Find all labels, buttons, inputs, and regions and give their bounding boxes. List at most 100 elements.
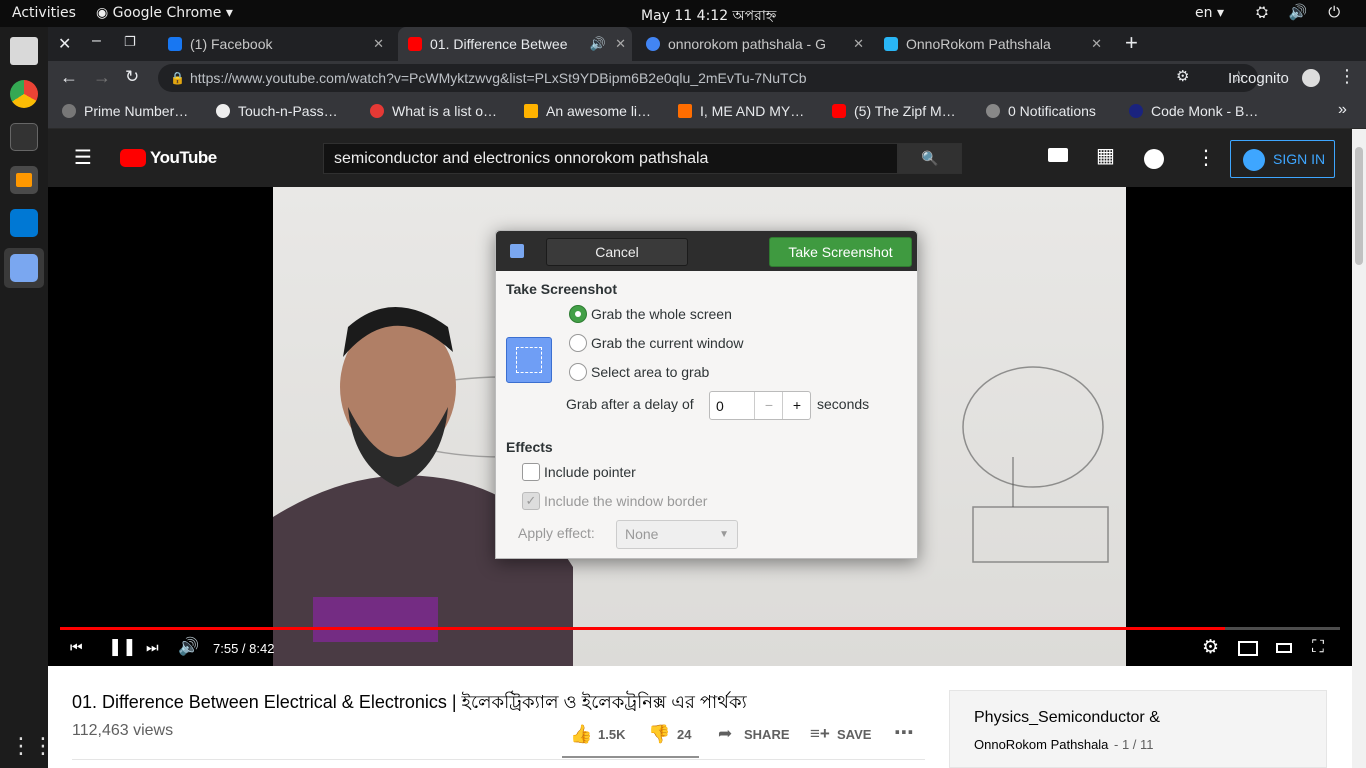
playlist-title[interactable]: Physics_Semiconductor & [974, 709, 1160, 727]
screenshot-app-icon [510, 244, 524, 258]
save-button[interactable]: SAVE [837, 727, 871, 742]
checkbox-include-pointer[interactable] [522, 463, 540, 481]
like-count[interactable]: 1.5K [598, 727, 625, 742]
messages-icon[interactable] [1144, 149, 1164, 169]
more-actions-icon[interactable]: ⋯ [894, 720, 914, 745]
app-menu[interactable]: ◉ Google Chrome ▾ [96, 5, 233, 21]
cancel-button[interactable]: Cancel [546, 238, 688, 266]
radio-whole-screen[interactable] [569, 305, 587, 323]
bookmark-item[interactable]: I, ME AND MY… [678, 103, 804, 119]
activities-button[interactable]: Activities [12, 5, 76, 21]
label-include-pointer[interactable]: Include pointer [544, 464, 636, 480]
settings-kebab-icon[interactable]: ⋮ [1196, 145, 1216, 170]
tab-facebook[interactable]: (1) Facebook ✕ [160, 27, 390, 61]
system-menu[interactable]: ⛭ 🔊 ⏻ [1256, 3, 1348, 21]
bookmark-label: 0 Notifications [1008, 103, 1096, 119]
tab-onnorokom[interactable]: OnnoRokom Pathshala ✕ [878, 27, 1108, 61]
increment-icon[interactable]: + [782, 392, 811, 419]
label-select-area[interactable]: Select area to grab [591, 364, 709, 380]
minimize-icon[interactable]: – [92, 32, 101, 50]
label-whole-screen[interactable]: Grab the whole screen [591, 306, 732, 322]
search-input[interactable]: semiconductor and electronics onnorokom … [323, 143, 898, 174]
chrome-icon[interactable] [10, 80, 38, 108]
close-tab-icon[interactable]: ✕ [853, 27, 864, 61]
extension-icon[interactable]: ⚙ [1176, 67, 1189, 85]
close-tab-icon[interactable]: ✕ [615, 27, 626, 61]
dislike-count[interactable]: 24 [677, 727, 691, 742]
incognito-icon[interactable] [1302, 69, 1320, 87]
bookmark-item[interactable]: 0 Notifications [986, 103, 1096, 119]
like-icon[interactable]: 👍 [570, 724, 592, 745]
close-window-icon[interactable]: ✕ [58, 34, 71, 54]
previous-icon[interactable]: ⏮ [70, 639, 83, 656]
clock[interactable]: May 11 4:12 অপরাহ্ন [641, 4, 776, 28]
effect-select[interactable]: None ▼ [616, 520, 738, 549]
tab-youtube-video[interactable]: 01. Difference Betwee 🔊 ✕ [398, 27, 632, 61]
delay-input[interactable]: 0 [716, 398, 724, 414]
label-include-border: Include the window border [544, 493, 708, 509]
bookmark-item[interactable]: An awesome li… [524, 103, 651, 119]
toolbar: ← → ↻ 🔒 https://www.youtube.com/watch?v=… [48, 61, 1366, 95]
close-tab-icon[interactable]: ✕ [373, 27, 384, 61]
page-scrollbar[interactable] [1352, 129, 1366, 768]
hamburger-menu-icon[interactable]: ☰ [74, 145, 92, 170]
bookmark-item[interactable]: Touch-n-Pass… [216, 103, 338, 119]
language-indicator[interactable]: en ▾ [1195, 5, 1224, 21]
screenshot-app-icon[interactable] [10, 254, 38, 282]
share-icon[interactable]: ➦ [718, 724, 732, 744]
save-playlist-icon[interactable]: ≡+ [810, 724, 830, 744]
incognito-label[interactable]: Incognito [1228, 70, 1289, 87]
close-tab-icon[interactable]: ✕ [1091, 27, 1102, 61]
scrollbar-thumb[interactable] [1355, 147, 1363, 265]
terminal-icon[interactable] [10, 123, 38, 151]
globe-icon [986, 104, 1000, 118]
miniplayer-icon[interactable] [1238, 641, 1258, 656]
files-icon[interactable] [10, 37, 38, 65]
tab-google-search[interactable]: onnorokom pathshala - G ✕ [640, 27, 870, 61]
search-icon: 🔍 [921, 150, 939, 166]
show-applications-icon[interactable]: ⋮⋮ [10, 732, 54, 760]
sublime-icon[interactable] [10, 166, 38, 194]
back-icon[interactable]: ← [60, 67, 78, 88]
checkbox-include-border[interactable]: ✓ [522, 492, 540, 510]
radio-select-area[interactable] [569, 363, 587, 381]
sign-in-button[interactable]: SIGN IN [1230, 140, 1335, 178]
effect-select-value: None [625, 526, 659, 542]
playlist-channel[interactable]: OnnoRokom Pathshala [974, 737, 1108, 752]
restore-icon[interactable]: ❐ [124, 34, 136, 50]
label-current-window[interactable]: Grab the current window [591, 335, 744, 351]
bookmark-item[interactable]: Prime Number… [62, 103, 188, 119]
audio-playing-icon[interactable]: 🔊 [590, 27, 606, 61]
search-button[interactable]: 🔍 [898, 143, 962, 174]
quora-icon [370, 104, 384, 118]
youtube-logo-text[interactable]: YouTube [150, 148, 217, 168]
vscode-icon[interactable] [10, 209, 38, 237]
radio-current-window[interactable] [569, 334, 587, 352]
theater-mode-icon[interactable] [1276, 643, 1292, 653]
globe-icon [62, 104, 76, 118]
pause-icon[interactable]: ❚❚ [108, 637, 137, 657]
next-icon[interactable]: ⏭ [146, 639, 159, 656]
bookmark-item[interactable]: Code Monk - B… [1129, 103, 1258, 119]
address-bar[interactable]: 🔒 https://www.youtube.com/watch?v=PcWMyk… [158, 64, 1258, 92]
more-bookmarks-icon[interactable]: » [1338, 101, 1347, 119]
create-video-icon[interactable] [1048, 148, 1068, 162]
apps-grid-icon[interactable]: ▦ [1096, 143, 1115, 168]
google-icon [646, 37, 660, 51]
forward-icon[interactable]: → [93, 67, 111, 88]
bookmark-item[interactable]: (5) The Zipf M… [832, 103, 956, 119]
playlist-panel[interactable]: Physics_Semiconductor & OnnoRokom Pathsh… [949, 690, 1327, 768]
bookmark-item[interactable]: What is a list o… [370, 103, 497, 119]
volume-icon[interactable]: 🔊 [178, 637, 199, 657]
dislike-icon[interactable]: 👎 [648, 724, 670, 745]
decrement-icon[interactable]: − [754, 392, 783, 419]
fullscreen-icon[interactable]: ⛶ [1312, 637, 1324, 657]
new-tab-icon[interactable]: + [1125, 30, 1138, 56]
settings-gear-icon[interactable]: ⚙ [1202, 636, 1219, 659]
youtube-icon [832, 104, 846, 118]
reload-icon[interactable]: ↻ [125, 67, 139, 87]
share-button[interactable]: SHARE [744, 727, 790, 742]
menu-kebab-icon[interactable]: ⋮ [1338, 66, 1356, 87]
youtube-logo-icon[interactable] [120, 149, 146, 167]
take-screenshot-button[interactable]: Take Screenshot [769, 237, 912, 267]
